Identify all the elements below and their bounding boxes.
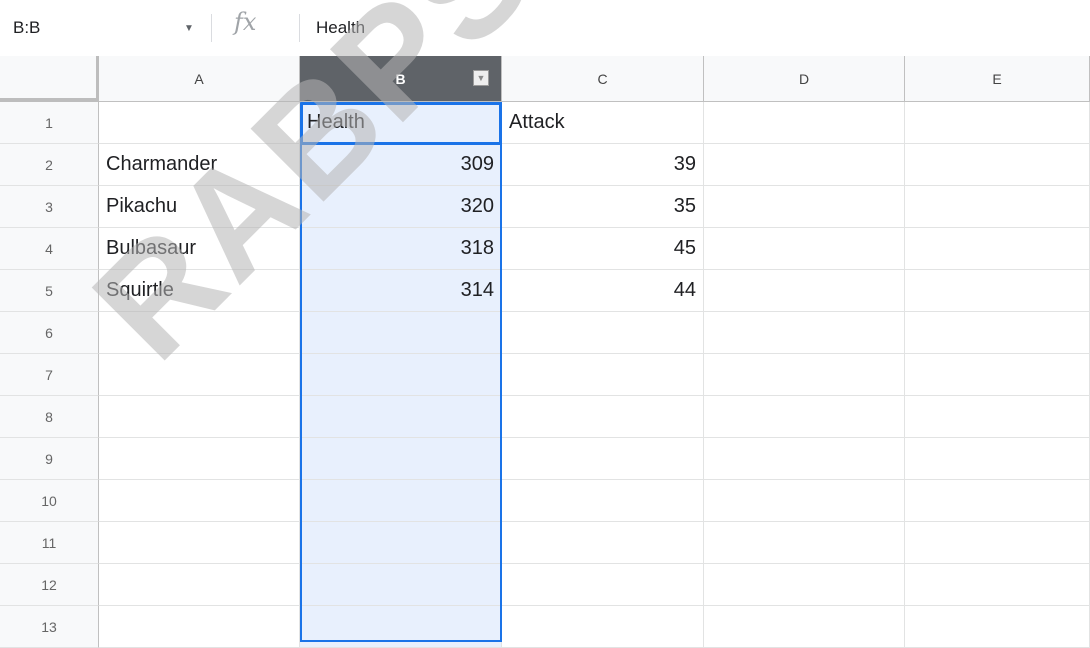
cell-d1[interactable] xyxy=(704,102,905,144)
cell-d2[interactable] xyxy=(704,144,905,186)
cell-b12[interactable] xyxy=(300,564,502,606)
column-header-d[interactable]: D xyxy=(704,56,905,102)
select-all-corner[interactable] xyxy=(0,56,99,102)
formula-input[interactable]: Health xyxy=(316,18,365,38)
row-header-3[interactable]: 3 xyxy=(0,186,99,228)
cell-c4[interactable]: 45 xyxy=(502,228,704,270)
cell-a6[interactable] xyxy=(99,312,300,354)
cell-e10[interactable] xyxy=(905,480,1090,522)
cell-b1[interactable]: Health xyxy=(300,102,502,144)
name-box-dropdown-icon[interactable]: ▼ xyxy=(184,23,194,34)
formula-bar: B:B ▼ fx Health xyxy=(0,0,1090,57)
row-header-9[interactable]: 9 xyxy=(0,438,99,480)
cell-e3[interactable] xyxy=(905,186,1090,228)
cell-b9[interactable] xyxy=(300,438,502,480)
cell-d13[interactable] xyxy=(704,606,905,648)
cell-e2[interactable] xyxy=(905,144,1090,186)
cell-a4[interactable]: Bulbasaur xyxy=(99,228,300,270)
row-header-8[interactable]: 8 xyxy=(0,396,99,438)
cell-a10[interactable] xyxy=(99,480,300,522)
fx-icon: fx xyxy=(234,8,257,36)
cell-a5[interactable]: Squirtle xyxy=(99,270,300,312)
cell-a1[interactable] xyxy=(99,102,300,144)
cell-c8[interactable] xyxy=(502,396,704,438)
row-header-11[interactable]: 11 xyxy=(0,522,99,564)
cell-e13[interactable] xyxy=(905,606,1090,648)
cell-b7[interactable] xyxy=(300,354,502,396)
row-header-12[interactable]: 12 xyxy=(0,564,99,606)
cell-c2[interactable]: 39 xyxy=(502,144,704,186)
column-header-a[interactable]: A xyxy=(99,56,300,102)
cell-e9[interactable] xyxy=(905,438,1090,480)
cell-e5[interactable] xyxy=(905,270,1090,312)
cell-b6[interactable] xyxy=(300,312,502,354)
cell-a7[interactable] xyxy=(99,354,300,396)
cell-d12[interactable] xyxy=(704,564,905,606)
spreadsheet-grid: A B ▼ C D E 1 Health Attack 2 Charmander 309 39 3 Pika… xyxy=(0,56,1090,648)
column-header-e[interactable]: E xyxy=(905,56,1090,102)
cell-e12[interactable] xyxy=(905,564,1090,606)
cell-d4[interactable] xyxy=(704,228,905,270)
cell-a11[interactable] xyxy=(99,522,300,564)
column-header-c[interactable]: C xyxy=(502,56,704,102)
cell-d5[interactable] xyxy=(704,270,905,312)
cell-a12[interactable] xyxy=(99,564,300,606)
cell-b5[interactable]: 314 xyxy=(300,270,502,312)
cell-c5[interactable]: 44 xyxy=(502,270,704,312)
cell-c11[interactable] xyxy=(502,522,704,564)
cell-b3[interactable]: 320 xyxy=(300,186,502,228)
column-header-label: C xyxy=(597,70,608,87)
column-header-label: E xyxy=(992,70,1002,87)
cell-e7[interactable] xyxy=(905,354,1090,396)
cell-d8[interactable] xyxy=(704,396,905,438)
cell-a8[interactable] xyxy=(99,396,300,438)
cell-a2[interactable]: Charmander xyxy=(99,144,300,186)
cell-b11[interactable] xyxy=(300,522,502,564)
cell-d7[interactable] xyxy=(704,354,905,396)
column-header-label: D xyxy=(798,70,810,87)
cell-e8[interactable] xyxy=(905,396,1090,438)
cell-b4[interactable]: 318 xyxy=(300,228,502,270)
row-header-6[interactable]: 6 xyxy=(0,312,99,354)
cell-c9[interactable] xyxy=(502,438,704,480)
cell-a9[interactable] xyxy=(99,438,300,480)
cell-c13[interactable] xyxy=(502,606,704,648)
column-header-b[interactable]: B ▼ xyxy=(300,56,502,102)
cell-d9[interactable] xyxy=(704,438,905,480)
row-header-2[interactable]: 2 xyxy=(0,144,99,186)
cell-e4[interactable] xyxy=(905,228,1090,270)
cell-e1[interactable] xyxy=(905,102,1090,144)
column-menu-dropdown-icon[interactable]: ▼ xyxy=(473,70,489,86)
row-header-1[interactable]: 1 xyxy=(0,102,99,144)
cell-b10[interactable] xyxy=(300,480,502,522)
cell-e6[interactable] xyxy=(905,312,1090,354)
formula-bar-divider xyxy=(299,14,300,42)
formula-bar-divider xyxy=(211,14,212,42)
cell-b8[interactable] xyxy=(300,396,502,438)
cell-c10[interactable] xyxy=(502,480,704,522)
name-box[interactable]: B:B xyxy=(13,18,40,38)
row-header-4[interactable]: 4 xyxy=(0,228,99,270)
cell-d3[interactable] xyxy=(704,186,905,228)
cell-c1[interactable]: Attack xyxy=(502,102,704,144)
cell-a3[interactable]: Pikachu xyxy=(99,186,300,228)
cell-d10[interactable] xyxy=(704,480,905,522)
cell-b13[interactable] xyxy=(300,606,502,648)
cell-a13[interactable] xyxy=(99,606,300,648)
row-header-13[interactable]: 13 xyxy=(0,606,99,648)
cell-c7[interactable] xyxy=(502,354,704,396)
row-header-7[interactable]: 7 xyxy=(0,354,99,396)
cell-c12[interactable] xyxy=(502,564,704,606)
cell-d11[interactable] xyxy=(704,522,905,564)
cell-c6[interactable] xyxy=(502,312,704,354)
cell-e11[interactable] xyxy=(905,522,1090,564)
row-header-10[interactable]: 10 xyxy=(0,480,99,522)
cell-b2[interactable]: 309 xyxy=(300,144,502,186)
cell-d6[interactable] xyxy=(704,312,905,354)
column-header-label: A xyxy=(194,70,204,87)
cell-c3[interactable]: 35 xyxy=(502,186,704,228)
column-header-label: B xyxy=(395,70,406,87)
row-header-5[interactable]: 5 xyxy=(0,270,99,312)
